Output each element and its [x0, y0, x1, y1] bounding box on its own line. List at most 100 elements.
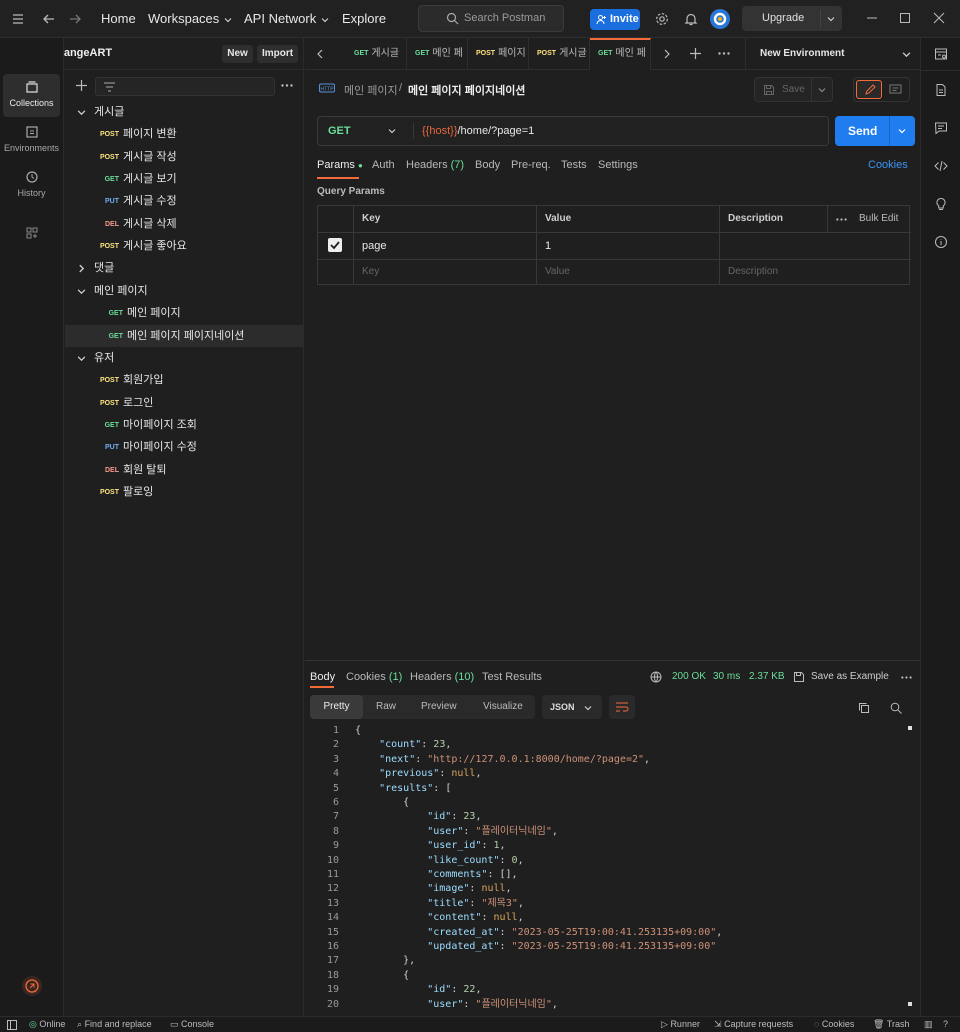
format-select[interactable]: JSON	[542, 695, 602, 719]
info-icon[interactable]	[934, 235, 948, 249]
request-item[interactable]: POST 게시글 좋아요	[65, 235, 303, 257]
rail-environments[interactable]: Environments	[3, 119, 60, 162]
folder-item[interactable]: 게시글	[65, 101, 303, 123]
code-icon[interactable]	[934, 159, 948, 173]
chevron-down-icon[interactable]	[77, 287, 86, 296]
chevron-down-icon[interactable]	[827, 15, 835, 23]
trash-button[interactable]: 🗑 Trash	[873, 1017, 909, 1032]
nav-explore[interactable]: Explore	[342, 0, 386, 38]
filter-input[interactable]	[95, 77, 275, 96]
environment-quicklook-icon[interactable]	[934, 47, 948, 61]
request-item[interactable]: POST 페이지 변환	[65, 123, 303, 145]
comments-icon[interactable]	[934, 121, 948, 135]
tab-headers[interactable]: Headers (7)	[406, 159, 464, 171]
more-horizontal-icon[interactable]	[281, 84, 293, 87]
environment-select[interactable]: New Environment	[760, 38, 844, 70]
invite-button[interactable]: Invite	[590, 9, 640, 30]
maximize-icon[interactable]	[899, 12, 911, 24]
tab-body[interactable]: Body	[475, 159, 500, 171]
save-as-example-button[interactable]: Save as Example	[811, 671, 889, 682]
notification-bell-icon[interactable]	[684, 12, 698, 26]
response-time[interactable]: 30 ms	[713, 671, 740, 682]
value-placeholder[interactable]: Value	[537, 260, 720, 285]
folder-item[interactable]: 메인 페이지	[65, 280, 303, 302]
request-item[interactable]: GET 게시글 보기	[65, 168, 303, 190]
wrap-lines-button[interactable]	[609, 695, 635, 719]
flows-icon[interactable]	[22, 976, 42, 996]
runner-button[interactable]: ▷ Runner	[661, 1017, 700, 1032]
close-icon[interactable]	[933, 12, 945, 24]
request-item[interactable]: GET 메인 페이지	[65, 302, 303, 324]
new-button[interactable]: New	[222, 45, 253, 63]
page-title[interactable]: 메인 페이지 페이지네이션	[408, 82, 525, 98]
more-horizontal-icon[interactable]	[836, 218, 847, 221]
request-item[interactable]: PUT 게시글 수정	[65, 190, 303, 212]
more-horizontal-icon[interactable]	[901, 676, 912, 679]
response-tab-cookies[interactable]: Cookies (1)	[346, 671, 402, 683]
chevron-down-icon[interactable]	[77, 108, 86, 117]
minimize-icon[interactable]	[866, 12, 878, 24]
edit-mode-button[interactable]	[856, 80, 882, 99]
view-visualize[interactable]: Visualize	[483, 695, 523, 719]
request-item[interactable]: GET 메인 페이지 페이지네이션	[65, 324, 303, 347]
plus-icon[interactable]	[76, 80, 87, 91]
new-tab-plus-icon[interactable]	[690, 48, 701, 59]
chevron-right-icon[interactable]	[662, 49, 672, 59]
lightbulb-icon[interactable]	[934, 197, 948, 211]
param-description[interactable]	[720, 233, 911, 259]
tab-prereq[interactable]: Pre-req.	[511, 159, 551, 171]
chevron-down-icon[interactable]	[902, 50, 911, 59]
toggle-sidebar-icon[interactable]	[7, 1020, 17, 1030]
copy-icon[interactable]	[858, 702, 870, 714]
more-horizontal-icon[interactable]	[718, 52, 730, 55]
response-size[interactable]: 2.37 KB	[749, 671, 785, 682]
send-button[interactable]: Send	[835, 116, 915, 146]
menu-icon[interactable]	[11, 12, 25, 26]
key-placeholder[interactable]: Key	[354, 260, 537, 285]
chevron-down-icon[interactable]	[388, 127, 396, 135]
request-tab[interactable]: GET 메인 페	[590, 38, 651, 70]
request-tab[interactable]: GET 메인 페	[407, 38, 468, 70]
save-button[interactable]: Save	[754, 77, 833, 102]
tab-auth[interactable]: Auth	[372, 159, 395, 171]
request-tab[interactable]: POST 게시글	[529, 38, 590, 70]
forward-arrow-icon[interactable]	[68, 12, 82, 26]
comment-icon[interactable]	[889, 84, 902, 96]
param-checkbox[interactable]	[328, 238, 342, 252]
code-scrollbar[interactable]	[908, 724, 912, 1014]
folder-item[interactable]: 유저	[65, 347, 303, 369]
folder-item[interactable]: 댓글	[65, 257, 303, 279]
request-item[interactable]: POST 팔로잉	[65, 481, 303, 503]
response-tab-tests[interactable]: Test Results	[482, 671, 542, 683]
breadcrumb-parent[interactable]: 메인 페이지	[344, 82, 398, 98]
request-item[interactable]: POST 로그인	[65, 392, 303, 414]
rail-history[interactable]: History	[3, 164, 60, 207]
globe-icon[interactable]	[650, 671, 662, 683]
documentation-icon[interactable]	[934, 83, 948, 97]
nav-workspaces[interactable]: Workspaces	[148, 0, 232, 38]
chevron-left-icon[interactable]	[315, 49, 325, 59]
avatar[interactable]	[710, 9, 730, 29]
nav-home[interactable]: Home	[101, 0, 136, 38]
request-item[interactable]: POST 회원가입	[65, 369, 303, 391]
request-item[interactable]: DEL 회원 탈퇴	[65, 459, 303, 481]
console-button[interactable]: ▭ Console	[170, 1017, 214, 1032]
description-placeholder[interactable]: Description	[720, 260, 911, 285]
nav-api-network[interactable]: API Network	[244, 0, 329, 38]
search-icon[interactable]	[890, 702, 902, 714]
tab-tests[interactable]: Tests	[561, 159, 587, 171]
import-button[interactable]: Import	[257, 45, 298, 63]
param-key[interactable]: page	[354, 233, 537, 259]
upgrade-button[interactable]: Upgrade	[742, 6, 842, 31]
tab-settings[interactable]: Settings	[598, 159, 638, 171]
chevron-right-icon[interactable]	[77, 264, 86, 273]
request-tab[interactable]: POST 페이지	[468, 38, 529, 70]
request-item[interactable]: GET 마이페이지 조회	[65, 414, 303, 436]
response-body-code[interactable]: 1{2 "count": 23, 3 "next": "http://127.0.…	[305, 724, 920, 1014]
request-tab[interactable]: GET 게시글	[346, 38, 407, 70]
capture-requests-button[interactable]: ⇲ Capture requests	[714, 1017, 793, 1032]
request-item[interactable]: POST 게시글 작성	[65, 146, 303, 168]
status-code[interactable]: 200 OK	[672, 671, 706, 682]
back-arrow-icon[interactable]	[42, 12, 56, 26]
cookies-button[interactable]: ◌ Cookies	[814, 1017, 854, 1032]
